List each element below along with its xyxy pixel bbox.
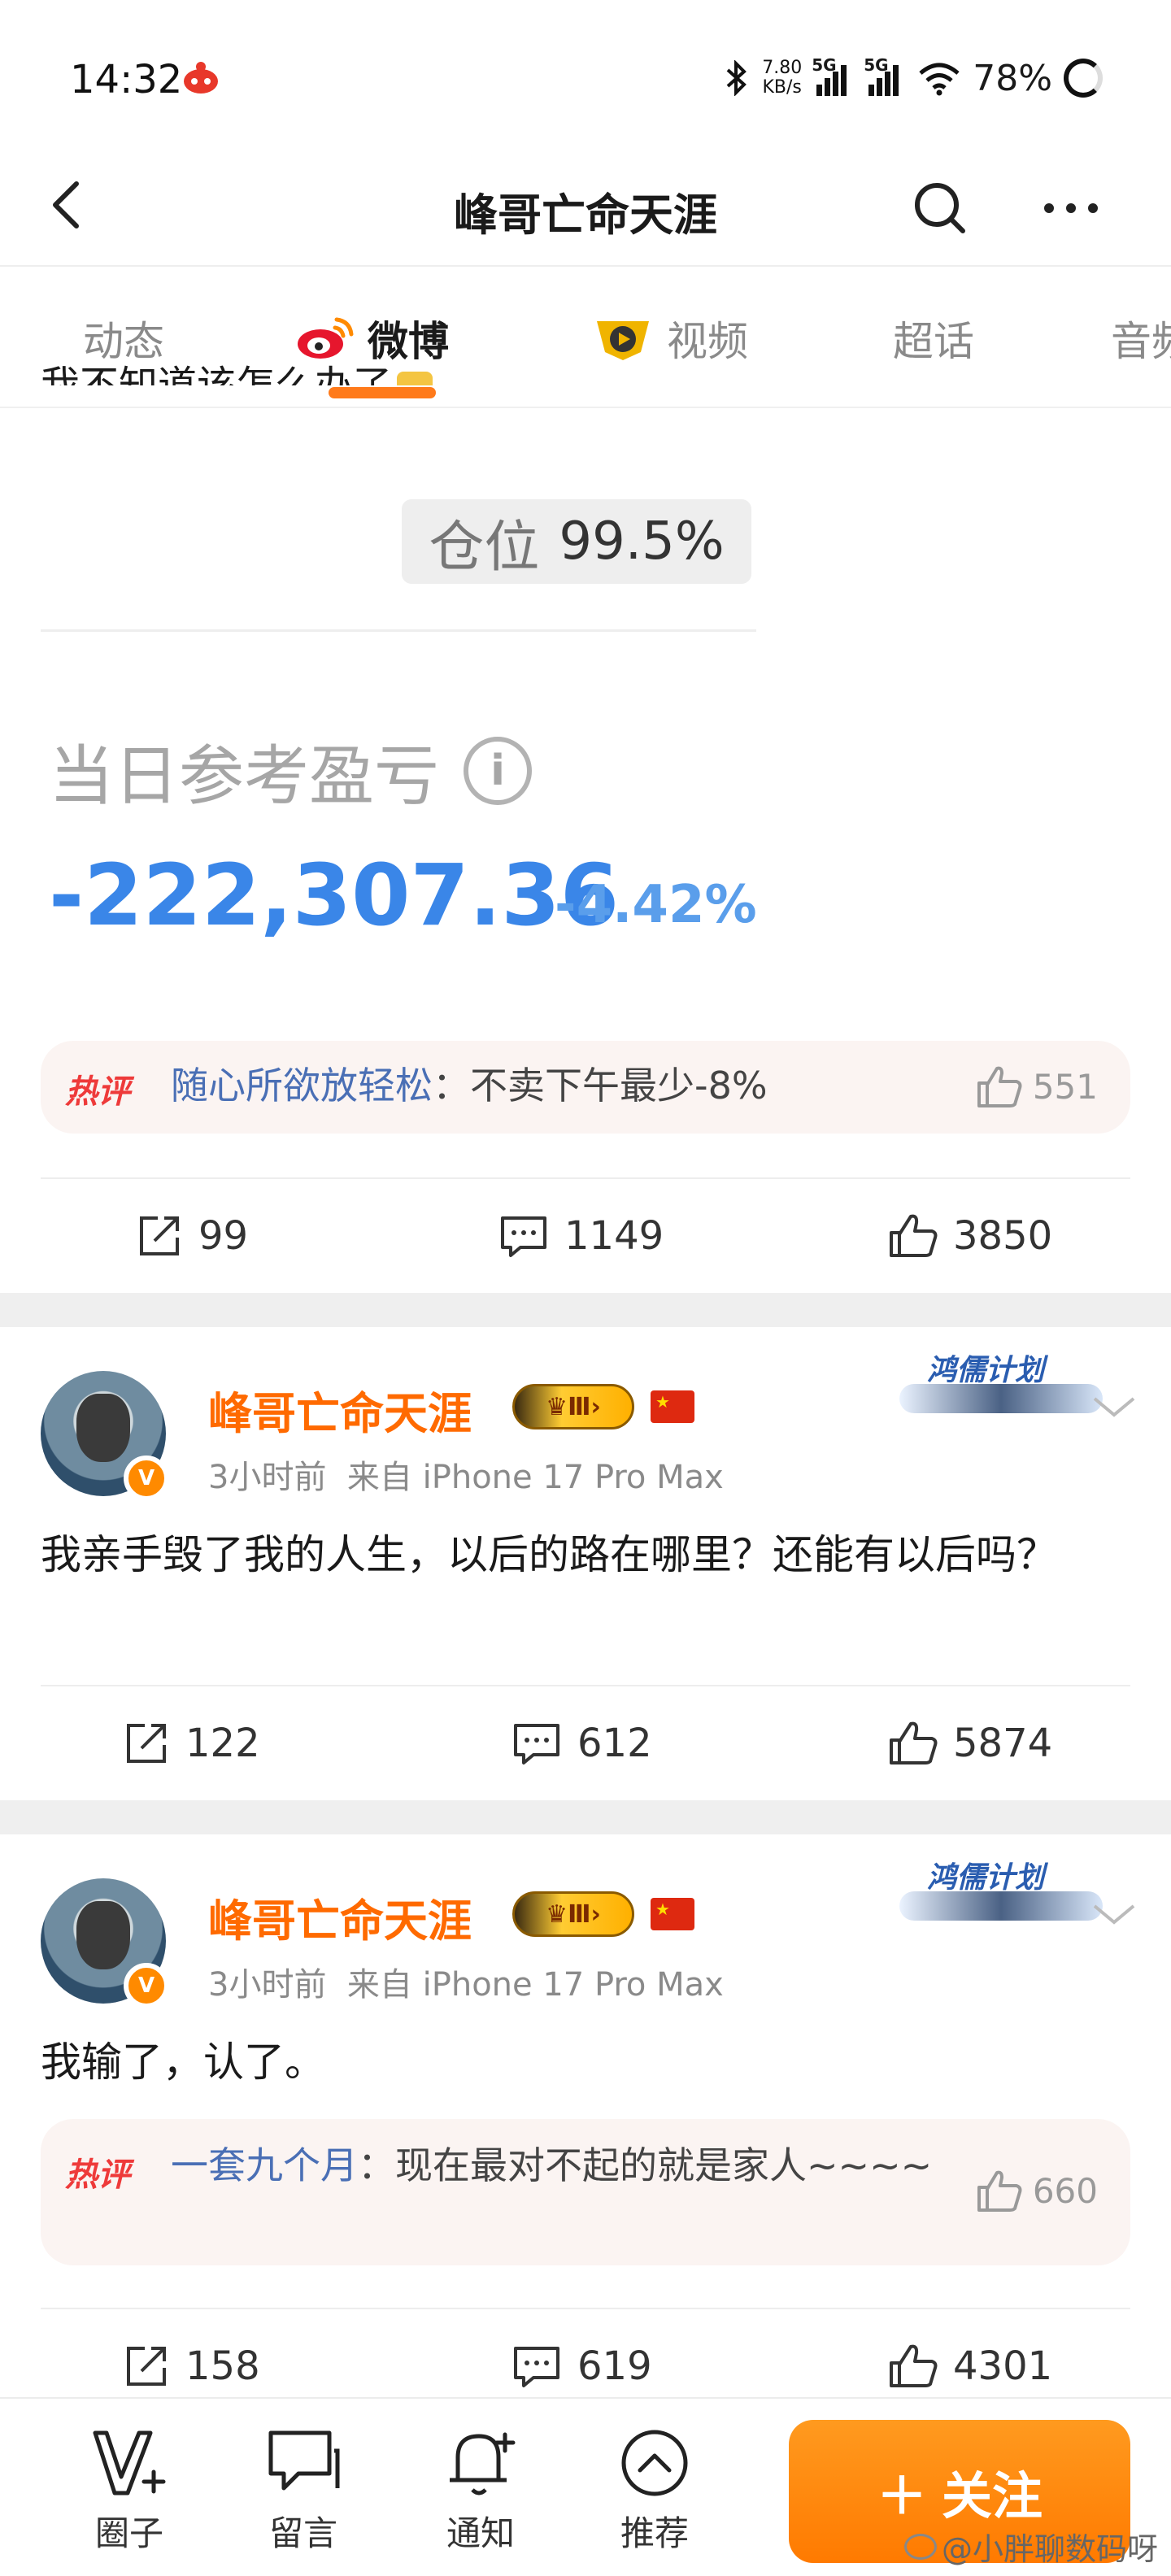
hot-comment-like[interactable]: 551 xyxy=(974,1064,1098,1109)
bell-add-icon xyxy=(450,2432,516,2496)
hot-comment-text: 随心所欲放轻松：不卖下午最少-8% xyxy=(171,1064,768,1107)
daily-pl-value: -222,307.36 xyxy=(49,846,620,945)
post-meta: 3小时前 来自 iPhone 17 Pro Max xyxy=(208,1966,724,2004)
post-header: V 峰哥亡命天涯 ♛ Ⅲ › 3小时前 来自 iPhone 17 Pro Max… xyxy=(41,1354,1135,1501)
thumbs-up-icon xyxy=(890,1721,938,1764)
net-speed: 7.80 KB/s xyxy=(762,58,803,98)
daily-pl-percent: -4.42% xyxy=(555,875,757,935)
info-icon: i xyxy=(464,737,532,805)
post-text-truncated: 我不知道该怎么办了 xyxy=(41,342,433,385)
post-action-bar: 99 1149 3850 xyxy=(41,1177,1130,1291)
post-text: 我输了，认了。 xyxy=(41,2039,325,2086)
page-title: 峰哥亡命天涯 xyxy=(454,189,717,241)
watermark: @小胖聊数码呀 xyxy=(904,2524,1158,2569)
bottom-item-circle[interactable]: 圈子 xyxy=(68,2426,190,2556)
more-icon[interactable] xyxy=(1034,176,1108,241)
section-divider xyxy=(0,1293,1171,1327)
weibo-logo-icon xyxy=(904,2533,937,2560)
like-button[interactable]: 3850 xyxy=(886,1179,1052,1293)
battery-percent: 78% xyxy=(973,57,1052,99)
post-meta: 3小时前 来自 iPhone 17 Pro Max xyxy=(208,1459,724,1496)
status-indicators: 7.80 KB/s 5G 5G 78% xyxy=(723,52,1103,104)
thumbs-up-icon xyxy=(890,2344,938,2387)
circle-v-icon xyxy=(93,2430,166,2496)
bottom-item-notify[interactable]: 通知 xyxy=(420,2426,542,2556)
hot-comment-badge: 热评 xyxy=(65,2156,130,2194)
tab-audio[interactable]: 音频 xyxy=(1111,306,1171,371)
hot-comment-user[interactable]: 随心所欲放轻松 xyxy=(171,1064,433,1107)
plus-icon: ＋ xyxy=(876,2466,927,2526)
plan-badge: 鸿儒计划 xyxy=(899,1849,1103,1930)
battery-icon xyxy=(1064,59,1103,98)
repost-button[interactable]: 122 xyxy=(122,1686,260,1800)
china-flag-icon xyxy=(651,1898,694,1930)
hot-comment[interactable]: 热评 一套九个月：现在最对不起的就是家人~~~~ 660 xyxy=(41,2119,1130,2265)
message-icon xyxy=(268,2430,340,2491)
app-notification-icon xyxy=(184,62,218,94)
comment-icon xyxy=(514,1724,559,1764)
search-icon[interactable] xyxy=(908,176,973,241)
post-text: 我亲手毁了我的人生，以后的路在哪里？还能有以后吗？ xyxy=(41,1531,1057,1578)
bottom-item-message[interactable]: 留言 xyxy=(242,2426,364,2556)
comment-button[interactable]: 612 xyxy=(511,1686,652,1800)
chevron-up-circle-icon xyxy=(621,2430,688,2496)
hot-comment-like[interactable]: 660 xyxy=(974,2168,1098,2213)
comment-button[interactable]: 1149 xyxy=(498,1179,664,1293)
thumbs-up-icon xyxy=(890,1214,938,1257)
thumbs-up-icon xyxy=(977,1066,1022,1107)
poster-name[interactable]: 峰哥亡命天涯 xyxy=(208,1377,472,1442)
tab-super-topic[interactable]: 超话 xyxy=(893,306,974,371)
hot-comment-user[interactable]: 一套九个月 xyxy=(171,2143,358,2187)
signal-icon: 5G xyxy=(864,55,906,96)
status-bar: 14:32 7.80 KB/s 5G 5G 78% xyxy=(0,0,1171,146)
daily-pl-label: 当日参考盈亏 i xyxy=(49,724,532,818)
poster-name[interactable]: 峰哥亡命天涯 xyxy=(208,1885,472,1949)
post-header: V 峰哥亡命天涯 ♛ Ⅲ › 3小时前 来自 iPhone 17 Pro Max… xyxy=(41,1861,1135,2008)
post-action-bar: 122 612 5874 xyxy=(41,1685,1130,1799)
chevron-down-icon[interactable] xyxy=(1090,1898,1138,1930)
video-icon xyxy=(597,321,649,360)
chevron-down-icon[interactable] xyxy=(1090,1390,1138,1423)
repost-icon xyxy=(127,1724,166,1763)
crown-level-badge[interactable]: ♛ Ⅲ › xyxy=(512,1891,634,1937)
verified-badge-icon: V xyxy=(124,1456,169,1501)
tab-active-indicator xyxy=(329,387,436,398)
position-chip: 仓位 99.5% xyxy=(402,499,751,584)
comment-icon xyxy=(501,1216,546,1257)
emoji-icon xyxy=(397,372,433,385)
repost-icon xyxy=(140,1216,179,1255)
profile-tabs: 动态 微博 视频 超话 音频 xyxy=(0,268,1171,408)
like-button[interactable]: 5874 xyxy=(886,1686,1052,1800)
hot-comment[interactable]: 热评 随心所欲放轻松：不卖下午最少-8% 551 xyxy=(41,1041,1130,1134)
hot-comment-text: 一套九个月：现在最对不起的就是家人~~~~ xyxy=(171,2143,933,2187)
section-divider xyxy=(0,1800,1171,1834)
tab-video[interactable]: 视频 xyxy=(590,306,748,371)
crown-level-badge[interactable]: ♛ Ⅲ › xyxy=(512,1384,634,1429)
profile-header: 峰哥亡命天涯 xyxy=(0,146,1171,267)
signal-icon: 5G xyxy=(812,55,854,96)
image-divider xyxy=(41,629,756,632)
bottom-item-recommend[interactable]: 推荐 xyxy=(594,2426,716,2556)
status-time: 14:32 xyxy=(70,57,183,102)
thumbs-up-icon xyxy=(977,2170,1022,2212)
comment-icon xyxy=(514,2347,559,2387)
bluetooth-icon xyxy=(726,60,747,96)
plan-badge: 鸿儒计划 xyxy=(899,1342,1103,1423)
wifi-icon xyxy=(919,63,960,96)
china-flag-icon xyxy=(651,1390,694,1423)
post-image-card[interactable]: 仓位 99.5% 当日参考盈亏 i -222,307.36 -4.42% xyxy=(41,488,757,992)
repost-button[interactable]: 99 xyxy=(135,1179,248,1293)
repost-icon xyxy=(127,2347,166,2386)
hot-comment-badge: 热评 xyxy=(65,1073,130,1111)
verified-badge-icon: V xyxy=(124,1963,169,2008)
